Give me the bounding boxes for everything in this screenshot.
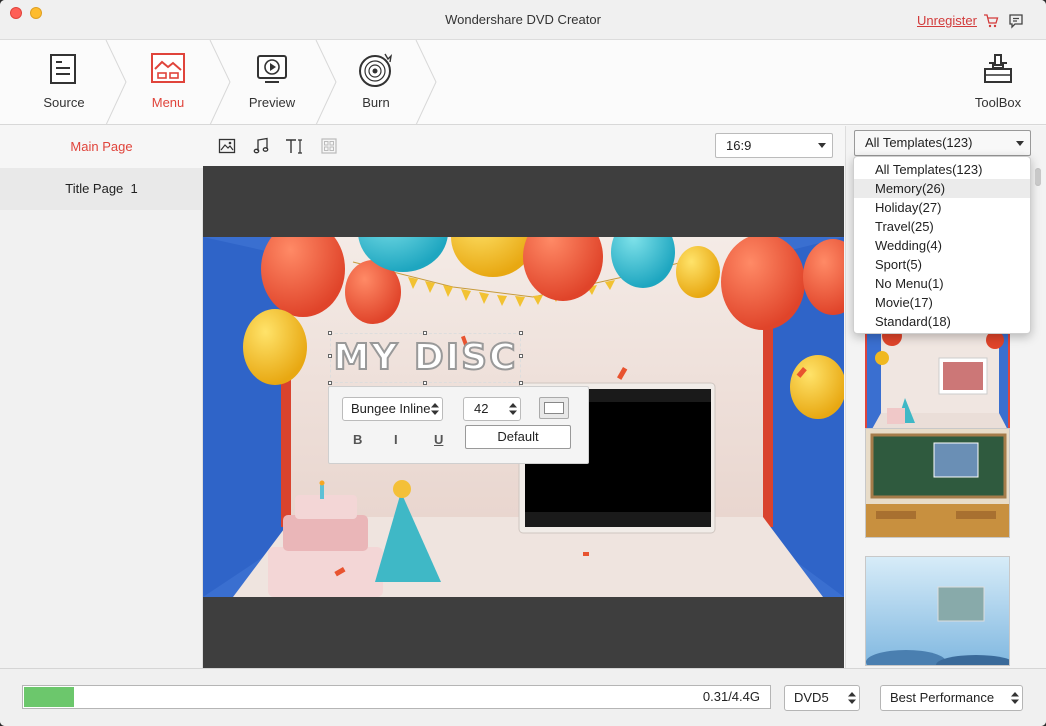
resize-handle[interactable]: [328, 381, 332, 385]
templates-scrollbar[interactable]: [1035, 166, 1043, 668]
step-preview[interactable]: Preview: [222, 40, 322, 125]
title-page-index: 1: [130, 181, 138, 196]
feedback-icon[interactable]: [1008, 13, 1024, 29]
menu-background-scene: MY DISC Bungee Inline 42 B I U Default: [203, 237, 844, 597]
disc-type-value: DVD5: [794, 690, 829, 705]
burn-disc-icon: [359, 53, 393, 87]
text-color-picker[interactable]: [539, 397, 569, 419]
resize-handle[interactable]: [328, 331, 332, 335]
dropdown-option[interactable]: No Menu(1): [854, 274, 1030, 293]
unregister-link[interactable]: Unregister: [917, 13, 977, 28]
title-page-item[interactable]: Title Page 1: [0, 168, 203, 210]
main-page-item[interactable]: Main Page: [0, 126, 203, 168]
disc-title-text[interactable]: MY DISC: [331, 336, 520, 379]
step-menu[interactable]: Menu: [118, 40, 218, 125]
template-category-select[interactable]: All Templates(123): [854, 130, 1031, 156]
preview-icon: [257, 55, 287, 83]
template-thumbnail[interactable]: [865, 326, 1010, 436]
step-menu-label: Menu: [151, 95, 185, 110]
disc-type-select[interactable]: DVD5: [784, 685, 860, 711]
cart-icon[interactable]: [983, 13, 999, 29]
title-page-label: Title Page: [65, 181, 124, 196]
toolbox-button[interactable]: ToolBox: [948, 40, 1046, 125]
bold-button[interactable]: B: [353, 432, 362, 447]
template-thumbnail[interactable]: [865, 428, 1010, 538]
updown-arrows-icon: [1011, 692, 1019, 704]
app-window: Wondershare DVD Creator Unregister Sourc…: [0, 0, 1046, 726]
resize-handle[interactable]: [423, 331, 427, 335]
capacity-fill: [24, 687, 74, 707]
italic-button[interactable]: I: [394, 432, 398, 447]
window-title: Wondershare DVD Creator: [445, 12, 601, 27]
disc-title-selection[interactable]: MY DISC: [328, 331, 523, 385]
underwater-template-preview: [866, 557, 1009, 665]
aspect-ratio-select[interactable]: 16:9: [715, 133, 833, 158]
chevron-down-icon: [1016, 141, 1024, 146]
disc-capacity-bar: 0.31/4.4G: [22, 685, 771, 709]
aspect-ratio-value: 16:9: [726, 138, 752, 153]
step-source[interactable]: Source: [14, 40, 114, 125]
source-icon: [50, 54, 76, 84]
capacity-text: 0.31/4.4G: [702, 689, 760, 704]
title-bar: Wondershare DVD Creator Unregister: [0, 0, 1046, 40]
updown-arrows-icon: [848, 692, 856, 704]
toolbox-icon: [984, 54, 1012, 83]
template-thumbnail[interactable]: [865, 556, 1010, 666]
chevron-down-icon: [818, 143, 826, 148]
updown-arrows-icon: [509, 403, 517, 415]
resize-handle[interactable]: [519, 331, 523, 335]
step-burn-label: Burn: [362, 95, 390, 110]
dropdown-option[interactable]: Wedding(4): [854, 236, 1030, 255]
resize-handle[interactable]: [519, 354, 523, 358]
template-category-value: All Templates(123): [865, 135, 973, 150]
quality-value: Best Performance: [890, 690, 995, 705]
birthday-template-preview: [867, 328, 1008, 434]
thumbnail-grid-icon: [321, 138, 337, 154]
dropdown-option[interactable]: Travel(25): [854, 217, 1030, 236]
music-icon[interactable]: [252, 137, 270, 155]
resize-handle[interactable]: [519, 381, 523, 385]
menu-edit-toolbar: 16:9: [203, 126, 845, 166]
dropdown-option[interactable]: Sport(5): [854, 255, 1030, 274]
toolbox-label: ToolBox: [974, 95, 1022, 110]
page-list-panel: Main Page Title Page 1: [0, 126, 203, 668]
font-size-value: 42: [474, 401, 489, 416]
status-bar: 0.31/4.4G DVD5 Best Performance: [0, 668, 1046, 726]
template-category-dropdown: All Templates(123) Memory(26) Holiday(27…: [853, 156, 1041, 334]
step-separator: [415, 40, 437, 125]
dropdown-option[interactable]: Standard(18): [854, 312, 1030, 331]
resize-handle[interactable]: [328, 354, 332, 358]
classroom-template-preview: [866, 429, 1009, 537]
font-size-select[interactable]: 42: [463, 397, 521, 421]
dropdown-option[interactable]: All Templates(123): [854, 160, 1030, 179]
resize-handle[interactable]: [423, 381, 427, 385]
font-family-value: Bungee Inline: [351, 401, 431, 416]
dropdown-option[interactable]: Movie(17): [854, 293, 1030, 312]
step-burn[interactable]: Burn: [326, 40, 426, 125]
dropdown-scroll-thumb[interactable]: [1035, 169, 1041, 185]
color-swatch: [544, 402, 564, 414]
workflow-toolbar: Source Menu Preview Burn ToolBox: [0, 40, 1046, 125]
dropdown-option[interactable]: Holiday(27): [854, 198, 1030, 217]
step-preview-label: Preview: [248, 95, 296, 110]
quality-select[interactable]: Best Performance: [880, 685, 1023, 711]
font-family-select[interactable]: Bungee Inline: [342, 397, 443, 421]
menu-icon: [151, 53, 185, 83]
menu-preview-stage: MY DISC Bungee Inline 42 B I U Default: [203, 166, 844, 668]
updown-arrows-icon: [431, 403, 439, 415]
dropdown-option[interactable]: Memory(26): [854, 179, 1030, 198]
text-format-panel: Bungee Inline 42 B I U Default: [328, 386, 589, 464]
background-image-icon[interactable]: [218, 137, 236, 155]
text-tool-icon[interactable]: [285, 137, 303, 155]
underline-button[interactable]: U: [434, 432, 443, 447]
default-button[interactable]: Default: [465, 425, 571, 449]
step-source-label: Source: [43, 95, 85, 110]
